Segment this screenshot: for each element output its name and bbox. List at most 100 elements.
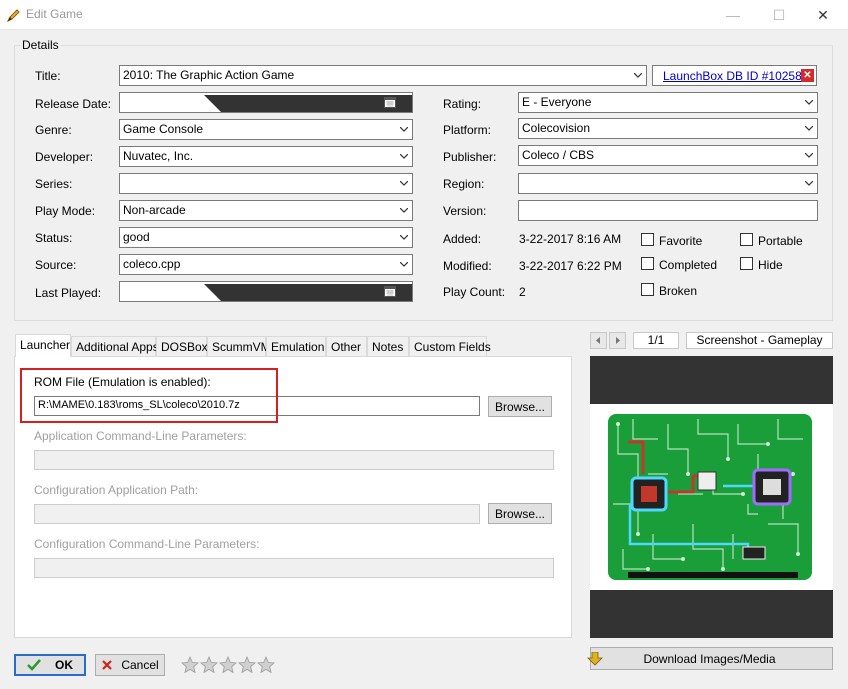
title-combo[interactable]: 2010: The Graphic Action Game (119, 65, 647, 86)
play-mode-combo[interactable]: Non-arcade (119, 200, 413, 221)
image-pager: 1/1 (633, 332, 679, 349)
calendar-icon[interactable] (384, 96, 396, 108)
chevron-down-icon (805, 153, 813, 158)
arrow-right-icon (616, 337, 620, 344)
genre-combo[interactable]: Game Console (119, 119, 413, 140)
developer-combo[interactable]: Nuvatec, Inc. (119, 146, 413, 167)
star-icon[interactable] (219, 656, 237, 674)
ok-label: OK (55, 658, 73, 672)
chevron-down-icon (400, 181, 408, 186)
portable-checkbox[interactable] (740, 233, 753, 246)
previous-image-button[interactable] (590, 332, 607, 349)
star-icon[interactable] (257, 656, 275, 674)
portable-label: Portable (758, 234, 803, 248)
window-title: Edit Game (26, 7, 83, 21)
status-combo[interactable]: good (119, 227, 413, 248)
launchbox-db-link[interactable]: LaunchBox DB ID #10258 (663, 69, 802, 83)
play-mode-label: Play Mode: (35, 204, 96, 218)
publisher-value: Coleco / CBS (522, 148, 595, 162)
game-screenshot-image (608, 414, 812, 580)
download-media-button[interactable]: Download Images/Media (587, 647, 833, 670)
close-button[interactable]: ✕ (800, 0, 846, 30)
remove-db-id-icon[interactable]: ✕ (801, 69, 814, 82)
app-params-input[interactable] (34, 450, 554, 470)
last-played-picker[interactable]: 2017-03-22 (119, 281, 413, 302)
last-played-label: Last Played: (35, 286, 102, 300)
publisher-combo[interactable]: Coleco / CBS (518, 145, 818, 166)
pencil-icon (6, 9, 20, 23)
config-params-label: Configuration Command-Line Parameters: (34, 537, 260, 551)
rom-highlight-box (20, 368, 278, 423)
tab-additional-apps[interactable]: Additional Apps (71, 336, 159, 356)
star-icon[interactable] (238, 656, 256, 674)
favorite-label: Favorite (659, 234, 703, 248)
platform-label: Platform: (443, 123, 492, 137)
cancel-label: Cancel (121, 658, 159, 672)
version-input[interactable] (518, 200, 818, 221)
platform-combo[interactable]: Colecovision (518, 118, 818, 139)
region-combo[interactable] (518, 173, 818, 194)
source-value: coleco.cpp (123, 257, 181, 271)
config-path-label: Configuration Application Path: (34, 483, 199, 497)
chevron-down-icon (400, 154, 408, 159)
hide-checkbox[interactable] (740, 257, 753, 270)
chevron-down-icon (203, 95, 412, 112)
minimize-button[interactable]: — (710, 0, 756, 30)
star-icon[interactable] (200, 656, 218, 674)
config-params-input[interactable] (34, 558, 554, 578)
chevron-down-icon (805, 126, 813, 131)
chevron-down-icon (400, 235, 408, 240)
tab-notes[interactable]: Notes (367, 336, 409, 356)
modified-label: Modified: (443, 259, 492, 273)
series-combo[interactable] (119, 173, 413, 194)
chevron-down-icon (634, 73, 642, 78)
next-image-button[interactable] (609, 332, 626, 349)
play-mode-value: Non-arcade (123, 203, 186, 217)
browse-config-button[interactable]: Browse... (488, 503, 552, 524)
chevron-down-icon (400, 262, 408, 267)
app-params-label: Application Command-Line Parameters: (34, 429, 247, 443)
chevron-down-icon (805, 100, 813, 105)
tab-scummvm[interactable]: ScummVM (207, 336, 271, 356)
title-bar: Edit Game — ☐ ✕ (0, 0, 848, 30)
publisher-label: Publisher: (443, 150, 497, 164)
rating-value: E - Everyone (522, 95, 592, 109)
chevron-down-icon (805, 181, 813, 186)
maximize-button[interactable]: ☐ (756, 0, 802, 30)
tab-emulation[interactable]: Emulation (266, 336, 326, 356)
rating-label: Rating: (443, 97, 482, 111)
status-value: good (123, 230, 150, 244)
modified-value: 3-22-2017 6:22 PM (519, 259, 622, 273)
developer-value: Nuvatec, Inc. (123, 149, 194, 163)
image-type-label: Screenshot - Gameplay (686, 332, 833, 349)
chevron-down-icon (400, 208, 408, 213)
title-value: 2010: The Graphic Action Game (123, 68, 295, 82)
ok-button[interactable]: OK (14, 654, 86, 676)
developer-label: Developer: (35, 150, 94, 164)
source-combo[interactable]: coleco.cpp (119, 254, 413, 275)
cancel-button[interactable]: Cancel (95, 654, 165, 676)
calendar-icon[interactable] (384, 285, 396, 297)
completed-label: Completed (659, 258, 718, 272)
broken-checkbox[interactable] (641, 283, 654, 296)
tab-custom-fields[interactable]: Custom Fields (409, 336, 491, 356)
favorite-checkbox[interactable] (641, 233, 654, 246)
config-path-input[interactable] (34, 504, 480, 524)
completed-checkbox[interactable] (641, 257, 654, 270)
browse-rom-button[interactable]: Browse... (488, 396, 552, 417)
rating-combo[interactable]: E - Everyone (518, 92, 818, 113)
source-label: Source: (35, 258, 77, 272)
download-media-label: Download Images/Media (643, 651, 776, 666)
star-icon[interactable] (181, 656, 199, 674)
star-rating[interactable] (181, 656, 276, 674)
release-date-picker[interactable]: 1984-01-01 (119, 92, 413, 113)
checkmark-icon (27, 659, 41, 671)
broken-label: Broken (659, 284, 698, 298)
tab-launcher[interactable]: Launcher (15, 334, 71, 357)
tab-other[interactable]: Other (326, 336, 367, 356)
chevron-down-icon (203, 284, 412, 301)
platform-value: Colecovision (522, 121, 591, 135)
tab-dosbox[interactable]: DOSBox (156, 336, 208, 356)
version-label: Version: (443, 204, 487, 218)
download-icon (587, 651, 604, 666)
